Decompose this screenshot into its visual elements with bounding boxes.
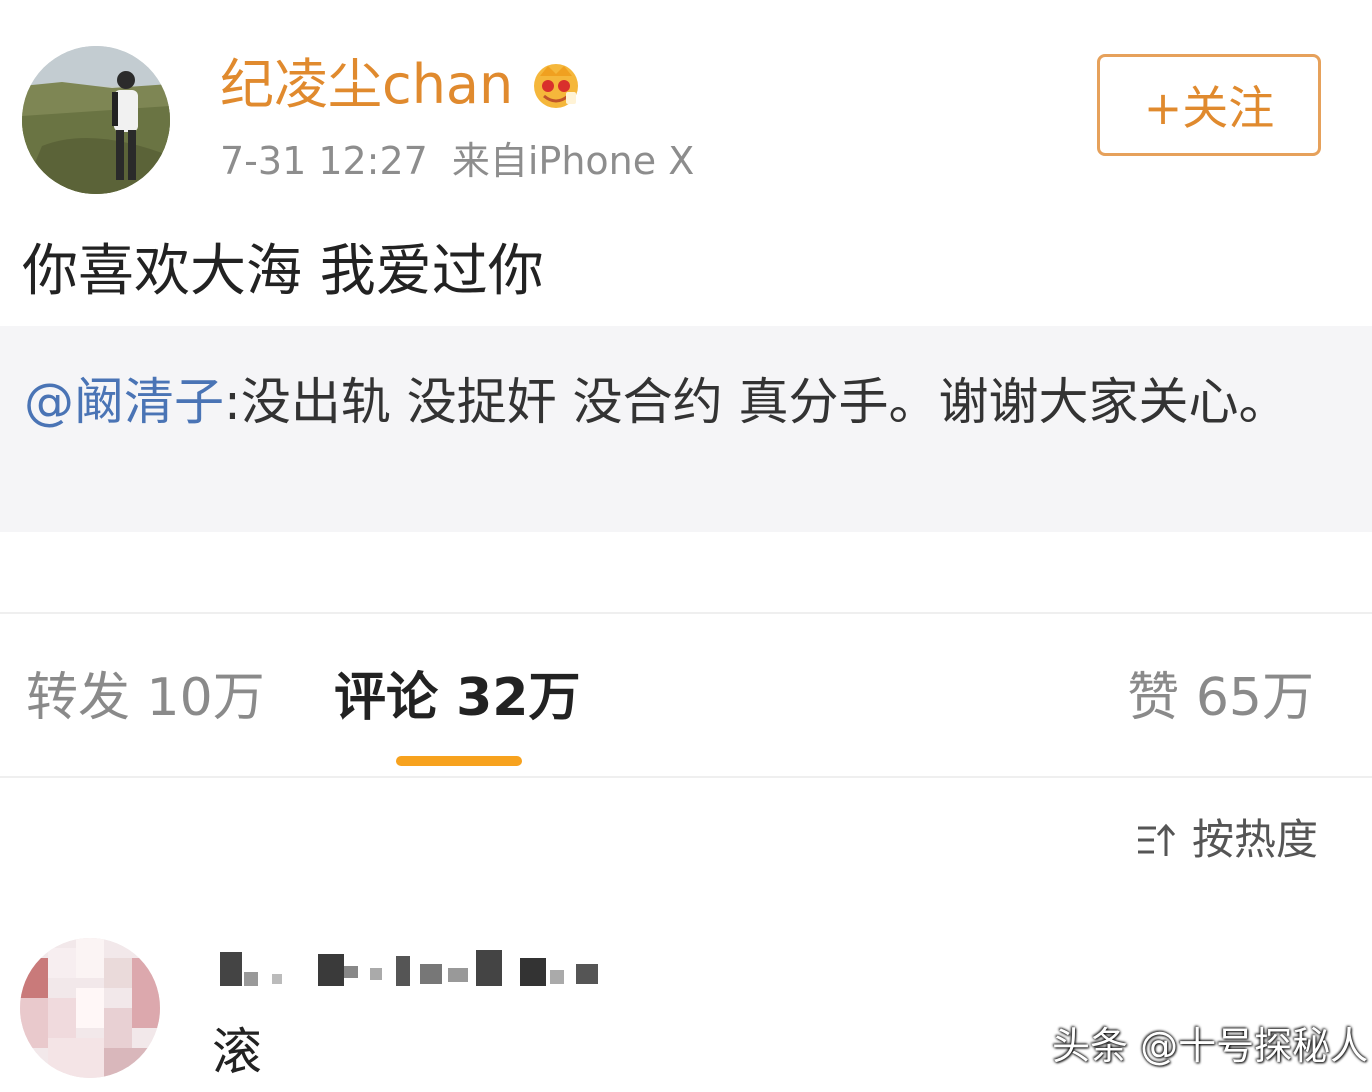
post-time: 7-31 12:27 [220, 139, 428, 183]
quoted-post[interactable]: @阚清子:没出轨 没捉奸 没合约 真分手。谢谢大家关心。 [0, 326, 1372, 532]
post-meta: 7-31 12:27 来自iPhone X [220, 136, 694, 186]
vip-crown-icon [530, 58, 582, 110]
follow-button[interactable]: +关注 [1097, 54, 1321, 156]
active-tab-indicator [396, 756, 522, 766]
divider [0, 612, 1372, 614]
sort-icon [1137, 823, 1176, 856]
follow-button-label: +关注 [1143, 81, 1275, 135]
mention-link[interactable]: @阚清子 [24, 373, 224, 431]
tab-repost[interactable]: 转发 10万 [26, 662, 265, 734]
comment-text: 滚 [212, 1023, 262, 1081]
sort-by-hot-button[interactable]: 按热度 [1136, 812, 1318, 868]
quoted-post-text: @阚清子:没出轨 没捉奸 没合约 真分手。谢谢大家关心。 [24, 360, 1324, 444]
pixelated-avatar [20, 938, 160, 1078]
pixelated-username [220, 950, 598, 986]
commenter-name-blurred[interactable] [220, 944, 620, 994]
tab-like[interactable]: 赞 65万 [1127, 662, 1314, 734]
quoted-text-body: :没出轨 没捉奸 没合约 真分手。谢谢大家关心。 [224, 373, 1289, 431]
commenter-avatar[interactable] [20, 938, 160, 1078]
sort-label: 按热度 [1191, 815, 1318, 864]
author-avatar[interactable] [22, 46, 170, 194]
watermark: 头条 @十号探秘人 [1052, 1024, 1369, 1068]
post-text: 你喜欢大海 我爱过你 [22, 239, 544, 304]
divider [0, 776, 1372, 778]
author-name[interactable]: 纪凌尘chan [220, 54, 513, 116]
tab-comment[interactable]: 评论 32万 [334, 662, 580, 734]
post-source: 来自iPhone X [451, 139, 695, 183]
avatar-photo [22, 46, 170, 194]
